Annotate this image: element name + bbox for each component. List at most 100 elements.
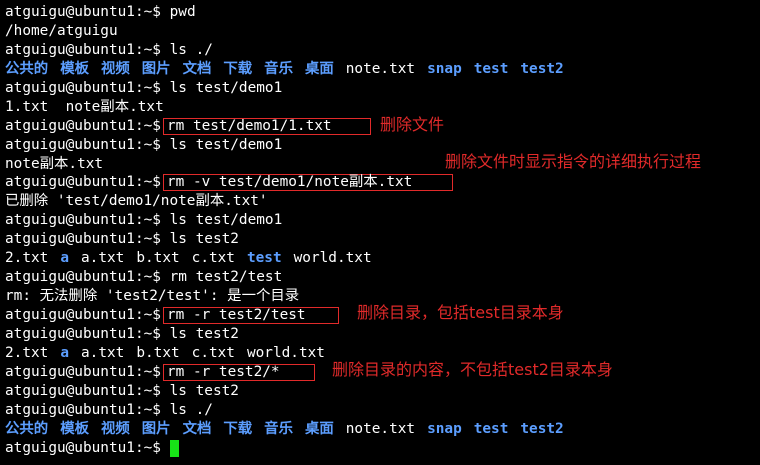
prompt: atguigu@ubuntu1:~$ (5, 231, 161, 248)
prompt: atguigu@ubuntu1:~$ (5, 174, 161, 191)
dir-entry: snap (427, 420, 462, 437)
terminal-line: atguigu@ubuntu1:~$ ls test2 (5, 230, 760, 249)
prompt: atguigu@ubuntu1:~$ (5, 117, 161, 134)
command-text: ls test/demo1 (169, 136, 283, 153)
prompt: atguigu@ubuntu1:~$ (5, 79, 161, 96)
annotation-rm-contents: 删除目录的内容，不包括test2目录本身 (332, 359, 613, 379)
file-entry: c.txt (191, 344, 235, 361)
prompt: atguigu@ubuntu1:~$ (5, 325, 161, 342)
file-entry: c.txt (191, 250, 235, 267)
file-entry: b.txt (136, 344, 180, 361)
annotation-rm-verbose: 删除文件时显示指令的详细执行过程 (445, 151, 702, 171)
dir-entry: 桌面 (304, 420, 334, 437)
prompt: atguigu@ubuntu1:~$ (5, 363, 161, 380)
command-text: ls test2 (169, 325, 239, 342)
home-listing: 公共的 模板 视频 图片 文档 下载 音乐 桌面 note.txt snap test test2 (5, 420, 760, 439)
dir-entry: a (60, 250, 69, 267)
highlight-box: rm -r test2/* (162, 363, 315, 381)
dir-entry: 模板 (60, 420, 89, 437)
dir-entry: test2 (520, 60, 564, 77)
prompt: atguigu@ubuntu1:~$ (5, 269, 161, 286)
prompt: atguigu@ubuntu1:~$ (5, 4, 161, 20)
command-text: pwd (169, 4, 196, 20)
command-text: rm test2/test (169, 269, 283, 286)
command-text: ls test/demo1 (169, 79, 283, 96)
output-text: 1.txt note副本.txt (5, 98, 164, 115)
dir-entry: snap (427, 60, 462, 77)
dir-entry: test (473, 420, 509, 437)
prompt: atguigu@ubuntu1:~$ (5, 307, 161, 323)
output-text: 已删除 'test/demo1/note副本.txt' (5, 193, 268, 210)
highlight-box: rm -r test2/test (162, 307, 339, 324)
dir-entry: 视频 (100, 60, 130, 77)
terminal-line: 已删除 'test/demo1/note副本.txt' (5, 192, 760, 211)
prompt: atguigu@ubuntu1:~$ (5, 401, 161, 418)
dir-entry: test (473, 60, 509, 77)
text-cursor[interactable] (169, 439, 179, 457)
annotation-rm-dir: 删除目录，包括test目录本身 (357, 303, 564, 322)
prompt: atguigu@ubuntu1:~$ (5, 136, 161, 153)
output-text: rm: 无法删除 'test2/test': 是一个目录 (5, 288, 300, 305)
command-text: ls test/demo1 (169, 212, 283, 229)
dir-entry: 公共的 (5, 420, 49, 437)
terminal-line[interactable]: atguigu@ubuntu1:~$ (5, 439, 760, 458)
output-text: /home/atguigu (5, 22, 118, 39)
command-text: rm -v test/demo1/note副本.txt (166, 174, 413, 191)
terminal-line: atguigu@ubuntu1:~$ ls test/demo1 (5, 211, 760, 230)
command-text: ls ./ (169, 41, 213, 58)
dir-entry: test2 (520, 420, 564, 437)
terminal-line: atguigu@ubuntu1:~$ ls ./ (5, 401, 760, 420)
prompt: atguigu@ubuntu1:~$ (5, 212, 161, 229)
dir-entry: test (246, 250, 282, 267)
dir-entry: 桌面 (304, 60, 334, 77)
test2-listing: 2.txt a a.txt b.txt c.txt test world.txt (5, 249, 760, 268)
dir-entry: 音乐 (264, 420, 293, 437)
command-text: ls test2 (169, 382, 239, 399)
dir-entry: 下载 (223, 60, 253, 77)
highlight-box: rm -v test/demo1/note副本.txt (162, 174, 453, 192)
terminal-line: atguigu@ubuntu1:~$ rm test/demo1/1.txt 删除文… (5, 114, 760, 136)
dir-entry: 图片 (141, 420, 171, 437)
prompt: atguigu@ubuntu1:~$ (5, 382, 161, 399)
terminal-line: atguigu@ubuntu1:~$ ls test2 (5, 325, 760, 344)
terminal-line: atguigu@ubuntu1:~$ rm -v test/demo1/note副… (5, 173, 760, 192)
prompt: atguigu@ubuntu1:~$ (5, 439, 161, 456)
file-entry: world.txt (246, 344, 325, 361)
command-text: ls ./ (169, 401, 213, 418)
terminal-line: 1.txt note副本.txt (5, 98, 760, 117)
command-text: rm -r test2/* (166, 363, 280, 380)
terminal-line: atguigu@ubuntu1:~$ pwd (5, 3, 760, 22)
command-text: rm -r test2/test (166, 307, 306, 323)
terminal-line: atguigu@ubuntu1:~$ ls test2 (5, 382, 760, 401)
terminal-line: atguigu@ubuntu1:~$ ls test/demo1 (5, 79, 760, 98)
file-entry: b.txt (136, 250, 180, 267)
command-text: rm test/demo1/1.txt (166, 117, 332, 134)
terminal-line: atguigu@ubuntu1:~$ rm -r test2/* 删除目录的内容，不… (5, 359, 760, 382)
terminal-line: atguigu@ubuntu1:~$ rm -r test2/test 删除目录，包… (5, 303, 760, 325)
dir-entry: 下载 (223, 420, 253, 437)
file-entry: 2.txt (5, 250, 49, 267)
output-text: note副本.txt (5, 155, 104, 172)
file-entry: note.txt (345, 420, 416, 437)
home-listing: 公共的 模板 视频 图片 文档 下载 音乐 桌面 note.txt snap test test2 (5, 60, 760, 79)
dir-entry: 模板 (60, 60, 89, 77)
terminal-line: atguigu@ubuntu1:~$ rm test2/test (5, 268, 760, 287)
file-entry: note.txt (345, 60, 416, 77)
dir-entry: 文档 (182, 60, 212, 77)
dir-entry: 文档 (182, 420, 212, 437)
dir-entry: a (60, 344, 69, 361)
file-entry: 2.txt (5, 344, 49, 361)
annotation-rm-file: 删除文件 (380, 114, 445, 134)
terminal-window[interactable]: atguigu@ubuntu1:~$ pwd /home/atguigu atg… (0, 0, 760, 465)
dir-entry: 图片 (141, 60, 171, 77)
dir-entry: 公共的 (5, 60, 49, 77)
file-entry: world.txt (293, 250, 372, 267)
file-entry: a.txt (81, 250, 125, 267)
file-entry: a.txt (81, 344, 125, 361)
dir-entry: 视频 (100, 420, 130, 437)
highlight-box: rm test/demo1/1.txt (162, 117, 371, 135)
dir-entry: 音乐 (264, 60, 293, 77)
prompt: atguigu@ubuntu1:~$ (5, 41, 161, 58)
terminal-line: note副本.txt 删除文件时显示指令的详细执行过程 (5, 151, 760, 174)
command-text: ls test2 (169, 231, 239, 248)
